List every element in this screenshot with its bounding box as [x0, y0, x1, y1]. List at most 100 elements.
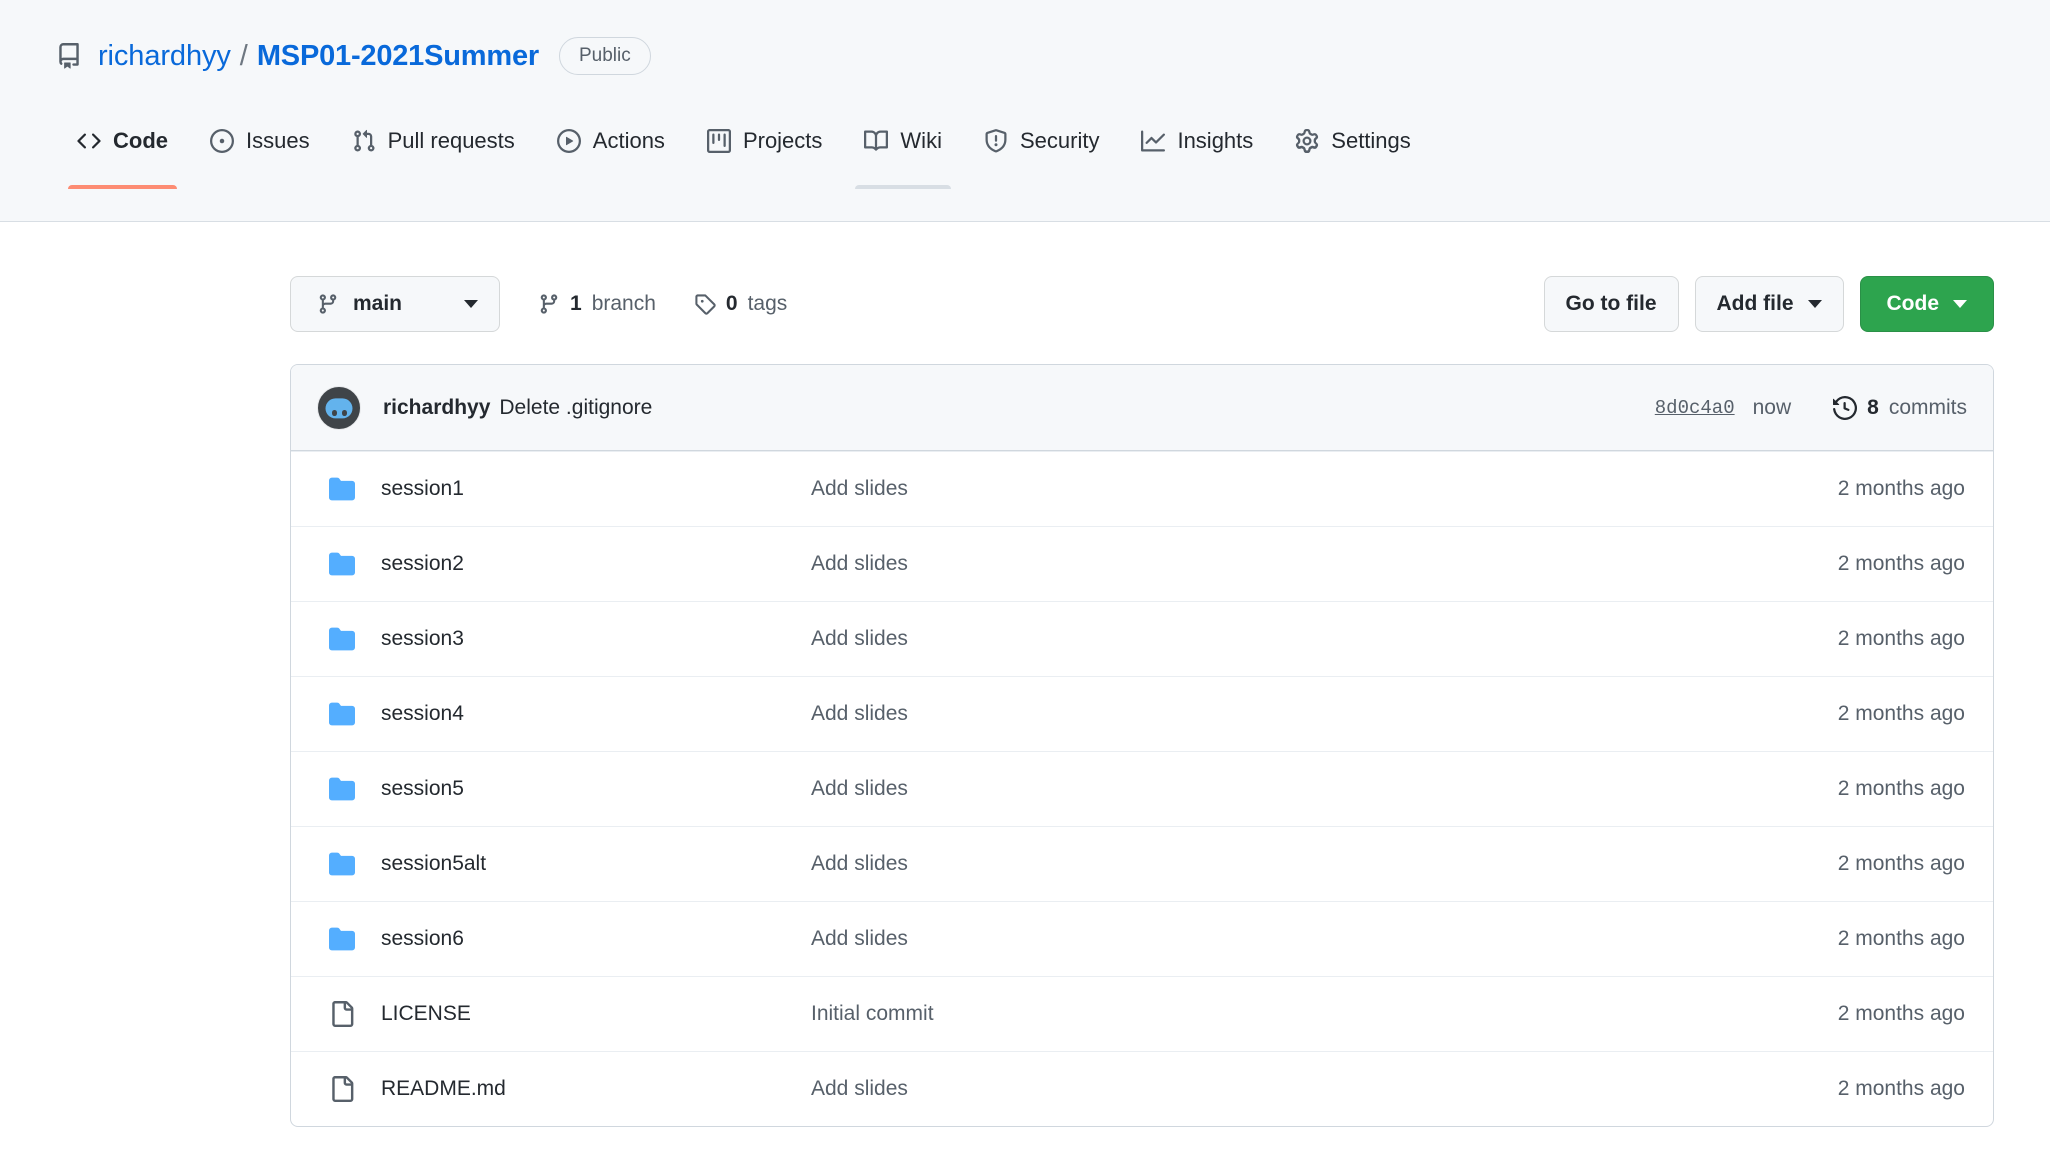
commit-author-link[interactable]: richardhyy	[383, 396, 490, 420]
tab-active-underline	[68, 185, 177, 189]
tag-count-link[interactable]: 0 tags	[694, 292, 787, 316]
repo-name-link[interactable]: MSP01-2021Summer	[257, 40, 539, 73]
commit-sha-link[interactable]: 8d0c4a0	[1655, 397, 1735, 419]
gear-icon	[1295, 129, 1319, 153]
commit-meta: 8d0c4a0 now 8 commits	[1655, 396, 1967, 420]
code-button-label: Code	[1886, 292, 1940, 315]
commit-history-link[interactable]: 8 commits	[1833, 396, 1967, 420]
file-name-link[interactable]: session4	[381, 702, 811, 726]
file-name-link[interactable]: session6	[381, 927, 811, 951]
graph-icon	[1141, 129, 1166, 153]
avatar[interactable]	[317, 385, 361, 430]
repo-content: main 1 branch 0 tags Go to file Add file	[0, 222, 2050, 1127]
repo-title-row: richardhyy / MSP01-2021Summer Public	[0, 26, 2050, 86]
table-row[interactable]: session1 Add slides 2 months ago	[291, 451, 1993, 526]
tab-actions[interactable]: Actions	[536, 116, 686, 188]
table-row[interactable]: session5 Add slides 2 months ago	[291, 751, 1993, 826]
tab-pull-requests[interactable]: Pull requests	[331, 116, 536, 188]
table-row[interactable]: session5alt Add slides 2 months ago	[291, 826, 1993, 901]
file-age: 2 months ago	[1837, 1002, 1965, 1025]
go-to-file-button[interactable]: Go to file	[1543, 276, 1679, 332]
tab-underline	[343, 185, 524, 189]
tab-issues[interactable]: Issues	[189, 116, 331, 188]
folder-icon	[317, 476, 381, 502]
repo-header: richardhyy / MSP01-2021Summer Public Cod…	[0, 0, 2050, 222]
file-commit-message[interactable]: Add slides	[811, 477, 1838, 501]
table-row[interactable]: session4 Add slides 2 months ago	[291, 676, 1993, 751]
file-icon	[317, 1076, 381, 1102]
git-branch-icon	[538, 293, 560, 315]
tab-insights[interactable]: Insights	[1120, 116, 1274, 188]
tab-projects-label: Projects	[742, 128, 823, 153]
file-name-link[interactable]: session5alt	[381, 852, 811, 876]
tab-pull-requests-label: Pull requests	[387, 128, 515, 153]
branch-count-number: 1	[570, 292, 582, 315]
shield-icon	[984, 129, 1008, 153]
tab-settings[interactable]: Settings	[1274, 116, 1432, 188]
file-commit-message[interactable]: Add slides	[811, 927, 1838, 951]
tab-security[interactable]: Security	[963, 116, 1120, 188]
folder-icon	[317, 776, 381, 802]
avatar-eye-right	[342, 410, 347, 416]
chevron-down-icon	[1953, 300, 1967, 308]
folder-icon	[317, 701, 381, 727]
file-name-link[interactable]: README.md	[381, 1077, 811, 1101]
file-age: 2 months ago	[1837, 702, 1965, 725]
table-row[interactable]: session2 Add slides 2 months ago	[291, 526, 1993, 601]
tag-count-number: 0	[725, 292, 738, 315]
file-commit-message[interactable]: Add slides	[811, 852, 1838, 876]
tab-code-label: Code	[113, 128, 168, 153]
tab-underline	[698, 185, 831, 189]
avatar-eye-left	[332, 410, 337, 416]
file-name-link[interactable]: session5	[381, 777, 811, 801]
file-commit-message[interactable]: Add slides	[811, 627, 1838, 651]
chevron-down-icon	[1807, 300, 1822, 308]
tab-code[interactable]: Code	[56, 116, 189, 189]
tab-underline	[1286, 185, 1420, 189]
file-name-link[interactable]: session3	[381, 627, 811, 651]
file-commit-message[interactable]: Add slides	[811, 1077, 1838, 1101]
tab-settings-label: Settings	[1331, 128, 1411, 153]
repo-path-separator: /	[239, 39, 248, 72]
tab-projects[interactable]: Projects	[686, 116, 843, 188]
branch-selector-label: main	[353, 292, 403, 315]
file-commit-message[interactable]: Initial commit	[811, 1002, 1838, 1026]
file-age: 2 months ago	[1837, 627, 1965, 650]
file-age: 2 months ago	[1837, 1077, 1965, 1100]
file-name-link[interactable]: session2	[381, 552, 811, 576]
table-row[interactable]: LICENSE Initial commit 2 months ago	[291, 976, 1993, 1051]
history-icon	[1833, 395, 1858, 420]
tab-wiki-label: Wiki	[900, 128, 942, 153]
table-row[interactable]: README.md Add slides 2 months ago	[291, 1051, 1993, 1126]
file-commit-message[interactable]: Add slides	[811, 552, 1838, 576]
commit-message-link[interactable]: Delete .gitignore	[499, 396, 652, 420]
branch-count-label: branch	[591, 292, 656, 315]
add-file-label: Add file	[1716, 292, 1794, 315]
file-commit-message[interactable]: Add slides	[811, 702, 1838, 726]
branch-count-link[interactable]: 1 branch	[538, 292, 656, 316]
file-age: 2 months ago	[1837, 552, 1965, 575]
add-file-button[interactable]: Add file	[1694, 276, 1844, 332]
branch-selector-button[interactable]: main	[290, 276, 500, 332]
file-toolbar: main 1 branch 0 tags Go to file Add file	[290, 276, 1994, 332]
file-name-link[interactable]: session1	[381, 477, 811, 501]
code-icon	[77, 129, 101, 153]
tab-issues-label: Issues	[246, 128, 310, 153]
file-commit-message[interactable]: Add slides	[811, 777, 1838, 801]
tab-insights-label: Insights	[1177, 128, 1254, 153]
commits-count-label: commits	[1888, 395, 1967, 419]
table-row[interactable]: session6 Add slides 2 months ago	[291, 901, 1993, 976]
tab-hover-underline	[855, 185, 951, 189]
code-download-button[interactable]: Code	[1859, 276, 1994, 332]
table-row[interactable]: session3 Add slides 2 months ago	[291, 601, 1993, 676]
repo-owner-link[interactable]: richardhyy	[98, 40, 231, 73]
folder-icon	[317, 926, 381, 952]
tag-icon	[694, 293, 716, 315]
folder-icon	[317, 551, 381, 577]
tab-wiki[interactable]: Wiki	[843, 116, 963, 189]
repo-icon	[56, 43, 82, 69]
file-name-link[interactable]: LICENSE	[381, 1002, 811, 1026]
tag-count-label: tags	[747, 292, 788, 315]
file-age: 2 months ago	[1837, 477, 1965, 500]
tab-underline	[975, 185, 1108, 189]
